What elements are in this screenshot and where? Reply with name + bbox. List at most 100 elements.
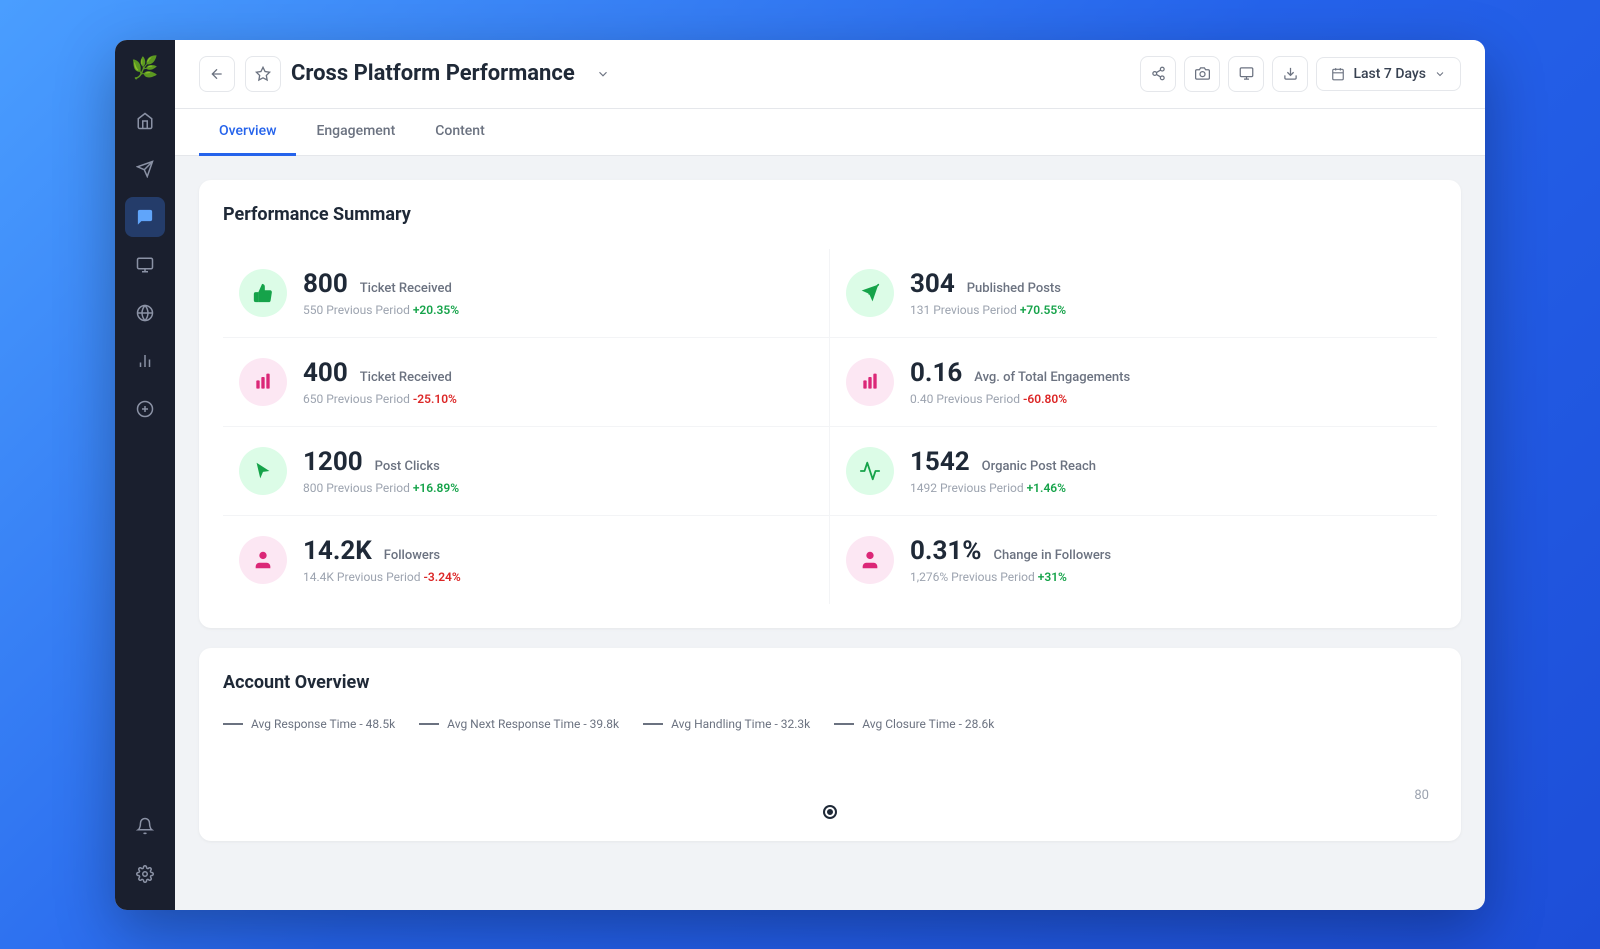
- stat-change-followers: 0.31% Change in Followers 1,276% Previou…: [830, 516, 1437, 604]
- legend-label-closure: Avg Closure Time - 28.6k: [862, 717, 994, 731]
- stat-label-clicks: Post Clicks: [375, 459, 440, 474]
- stat-label-followers: Followers: [384, 548, 440, 563]
- stat-change-ticket-400: -25.10%: [413, 392, 457, 406]
- sidebar-item-add[interactable]: [125, 389, 165, 429]
- stat-info-reach: 1542 Organic Post Reach 1492 Previous Pe…: [910, 447, 1421, 495]
- date-filter-button[interactable]: Last 7 Days: [1316, 57, 1461, 91]
- chart-number: 80: [1414, 788, 1429, 803]
- stat-change-engagements: -60.80%: [1023, 392, 1067, 406]
- date-filter-label: Last 7 Days: [1353, 66, 1426, 82]
- stat-info-engagements: 0.16 Avg. of Total Engagements 0.40 Prev…: [910, 358, 1421, 406]
- star-button[interactable]: [245, 56, 281, 92]
- stat-label-reach: Organic Post Reach: [982, 459, 1096, 474]
- legend-avg-handling: Avg Handling Time - 32.3k: [643, 717, 810, 731]
- sidebar-item-notifications[interactable]: [125, 806, 165, 846]
- sidebar-item-analytics[interactable]: [125, 341, 165, 381]
- legend-label-handling: Avg Handling Time - 32.3k: [671, 717, 810, 731]
- download-button[interactable]: [1272, 56, 1308, 92]
- sidebar-item-listen[interactable]: [125, 293, 165, 333]
- stat-info-change-followers: 0.31% Change in Followers 1,276% Previou…: [910, 536, 1421, 584]
- stat-sub-ticket-800: 550 Previous Period +20.35%: [303, 303, 813, 317]
- back-button[interactable]: [199, 56, 235, 92]
- stat-icon-bar-down: [239, 358, 287, 406]
- performance-summary-card: Performance Summary: [199, 180, 1461, 628]
- stat-prev-followers: 14.4K: [303, 570, 334, 584]
- stat-info-clicks: 1200 Post Clicks 800 Previous Period +16…: [303, 447, 813, 495]
- stat-info-followers: 14.2K Followers 14.4K Previous Period -3…: [303, 536, 813, 584]
- stat-prev-ticket-400: 650: [303, 392, 323, 406]
- stat-icon-cursor: [239, 447, 287, 495]
- sidebar: 🌿: [115, 40, 175, 910]
- stat-sub-ticket-400: 650 Previous Period -25.10%: [303, 392, 813, 406]
- stat-info-ticket-800: 800 Ticket Received 550 Previous Period …: [303, 269, 813, 317]
- legend-line-avg-next: [419, 723, 439, 725]
- stat-change-ticket-800: +20.35%: [413, 303, 459, 317]
- monitor-button[interactable]: [1228, 56, 1264, 92]
- stat-sub-reach: 1492 Previous Period +1.46%: [910, 481, 1421, 495]
- stat-avg-engagements: 0.16 Avg. of Total Engagements 0.40 Prev…: [830, 338, 1437, 427]
- calendar-icon: [1331, 67, 1345, 81]
- stat-change-clicks: +16.89%: [413, 481, 459, 495]
- stat-sub-published: 131 Previous Period +70.55%: [910, 303, 1421, 317]
- legend-avg-next-response: Avg Next Response Time - 39.8k: [419, 717, 619, 731]
- stat-number-change-followers: 0.31%: [910, 536, 982, 566]
- main-content: Cross Platform Performance: [175, 40, 1485, 910]
- tab-overview[interactable]: Overview: [199, 109, 296, 156]
- chevron-down-icon: [1434, 68, 1446, 80]
- stat-sub-clicks: 800 Previous Period +16.89%: [303, 481, 813, 495]
- chart-indicator: [223, 807, 1437, 817]
- stat-followers: 14.2K Followers 14.4K Previous Period -3…: [223, 516, 830, 604]
- legend-avg-closure: Avg Closure Time - 28.6k: [834, 717, 994, 731]
- performance-summary-title: Performance Summary: [223, 204, 1437, 225]
- stat-change-change-followers: +31%: [1038, 570, 1067, 584]
- stat-info-ticket-400: 400 Ticket Received 650 Previous Period …: [303, 358, 813, 406]
- sidebar-item-home[interactable]: [125, 101, 165, 141]
- stat-change-published: +70.55%: [1020, 303, 1066, 317]
- stat-prev-published: 131: [910, 303, 930, 317]
- legend-line-handling: [643, 723, 663, 725]
- account-overview-card: Account Overview Avg Response Time - 48.…: [199, 648, 1461, 841]
- legend-label-avg-response: Avg Response Time - 48.5k: [251, 717, 395, 731]
- performance-grid: 800 Ticket Received 550 Previous Period …: [223, 249, 1437, 604]
- stat-prev-clicks: 800: [303, 481, 323, 495]
- stat-info-published: 304 Published Posts 131 Previous Period …: [910, 269, 1421, 317]
- stat-label-ticket-400: Ticket Received: [360, 370, 452, 385]
- legend-label-avg-next: Avg Next Response Time - 39.8k: [447, 717, 619, 731]
- share-button[interactable]: [1140, 56, 1176, 92]
- sidebar-item-publish[interactable]: [125, 149, 165, 189]
- stat-number-published: 304: [910, 269, 955, 299]
- stat-ticket-received-400: 400 Ticket Received 650 Previous Period …: [223, 338, 830, 427]
- stat-label-change-followers: Change in Followers: [993, 548, 1111, 563]
- stat-prev-reach: 1492: [910, 481, 937, 495]
- stat-sub-followers: 14.4K Previous Period -3.24%: [303, 570, 813, 584]
- sidebar-item-settings[interactable]: [125, 854, 165, 894]
- account-overview-title: Account Overview: [223, 672, 1437, 693]
- stat-prev-engagements: 0.40: [910, 392, 933, 406]
- sidebar-item-contacts[interactable]: [125, 245, 165, 285]
- stat-icon-thumbup: [239, 269, 287, 317]
- app-logo: 🌿: [131, 56, 158, 81]
- legend-line-closure: [834, 723, 854, 725]
- tab-engagement[interactable]: Engagement: [296, 109, 415, 156]
- stat-number-ticket-800: 800: [303, 269, 348, 299]
- stat-prev-ticket-800: 550: [303, 303, 323, 317]
- stat-number-engagements: 0.16: [910, 358, 962, 388]
- account-chart-area: 80: [223, 743, 1437, 803]
- stat-number-ticket-400: 400: [303, 358, 348, 388]
- title-dropdown-button[interactable]: [585, 56, 621, 92]
- tabs-bar: Overview Engagement Content: [175, 109, 1485, 156]
- legend-avg-response: Avg Response Time - 48.5k: [223, 717, 395, 731]
- chart-dot: [825, 807, 835, 817]
- sidebar-item-engage[interactable]: [125, 197, 165, 237]
- stat-icon-followers: [239, 536, 287, 584]
- stat-icon-bar-engagements: [846, 358, 894, 406]
- stat-icon-chartup: [846, 447, 894, 495]
- account-legend: Avg Response Time - 48.5k Avg Next Respo…: [223, 717, 1437, 731]
- screenshot-button[interactable]: [1184, 56, 1220, 92]
- stat-number-reach: 1542: [910, 447, 970, 477]
- tab-content[interactable]: Content: [415, 109, 505, 156]
- content-area: Performance Summary: [175, 156, 1485, 910]
- stat-number-followers: 14.2K: [303, 536, 372, 566]
- stat-published-posts: 304 Published Posts 131 Previous Period …: [830, 249, 1437, 338]
- stat-organic-reach: 1542 Organic Post Reach 1492 Previous Pe…: [830, 427, 1437, 516]
